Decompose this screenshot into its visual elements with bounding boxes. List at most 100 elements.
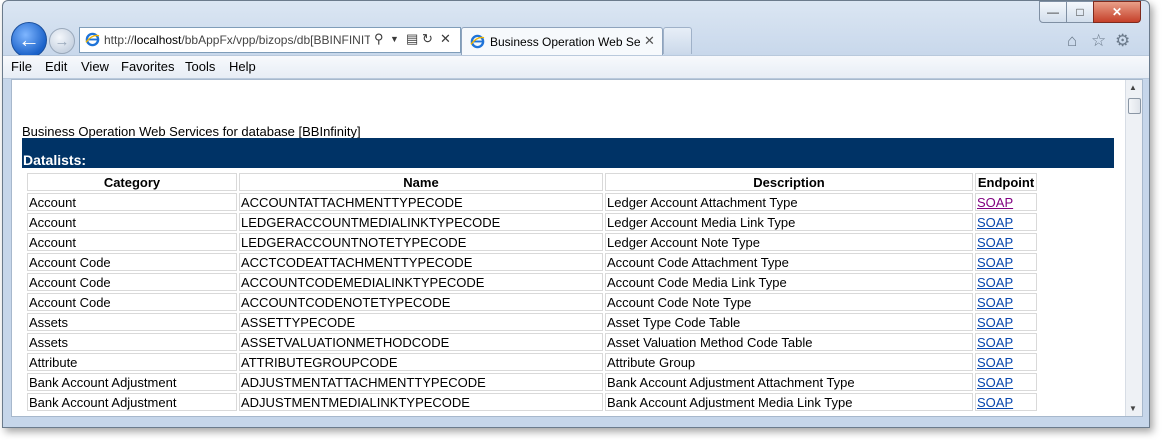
- soap-link[interactable]: SOAP: [977, 255, 1013, 270]
- datalists-table: Category Name Description Endpoint Accou…: [25, 171, 1039, 413]
- cell-description: Bank Account Adjustment Attachment Type: [605, 373, 973, 391]
- soap-link[interactable]: SOAP: [977, 275, 1013, 290]
- cell-category: Account: [27, 213, 237, 231]
- refresh-icon[interactable]: ↻: [422, 31, 433, 47]
- cell-name: ACCTCODEATTACHMENTTYPECODE: [239, 253, 603, 271]
- address-url: http://localhost/bbAppFx/vpp/bizops/db[B…: [104, 33, 370, 47]
- cell-description: Ledger Account Note Type: [605, 233, 973, 251]
- vertical-scrollbar[interactable]: ▲ ▼: [1125, 80, 1142, 416]
- soap-link[interactable]: SOAP: [977, 215, 1013, 230]
- cell-name: ASSETVALUATIONMETHODCODE: [239, 333, 603, 351]
- cell-name: ASSETTYPECODE: [239, 313, 603, 331]
- close-button[interactable]: ✕: [1093, 1, 1141, 23]
- table-row: Account ACCOUNTATTACHMENTTYPECODE Ledger…: [27, 193, 1037, 211]
- column-header-endpoint: Endpoint: [975, 173, 1037, 191]
- menu-bar: File Edit View Favorites Tools Help: [3, 55, 1149, 79]
- column-header-description: Description: [605, 173, 973, 191]
- cell-category: Assets: [27, 333, 237, 351]
- browser-window: ← → http://localhost/bbAppFx/vpp/bizops/…: [2, 0, 1150, 428]
- soap-link[interactable]: SOAP: [977, 335, 1013, 350]
- scroll-up-icon[interactable]: ▲: [1129, 83, 1137, 92]
- home-icon[interactable]: ⌂: [1067, 31, 1077, 51]
- cell-category: Account Code: [27, 293, 237, 311]
- cell-endpoint: SOAP: [975, 293, 1037, 311]
- soap-link[interactable]: SOAP: [977, 235, 1013, 250]
- back-button[interactable]: ←: [11, 22, 47, 58]
- cell-category: Account: [27, 233, 237, 251]
- cell-name: ACCOUNTATTACHMENTTYPECODE: [239, 193, 603, 211]
- cell-name: ATTRIBUTEGROUPCODE: [239, 353, 603, 371]
- table-row: Account Code ACCOUNTCODENOTETYPECODE Acc…: [27, 293, 1037, 311]
- gear-icon[interactable]: ⚙: [1115, 31, 1130, 51]
- table-row: Account Code ACCOUNTCODEMEDIALINKTYPECOD…: [27, 273, 1037, 291]
- cell-name: ADJUSTMENTATTACHMENTTYPECODE: [239, 373, 603, 391]
- cell-name: ACCOUNTCODENOTETYPECODE: [239, 293, 603, 311]
- cell-endpoint: SOAP: [975, 313, 1037, 331]
- cell-description: Attribute Group: [605, 353, 973, 371]
- cell-description: Account Code Media Link Type: [605, 273, 973, 291]
- cell-name: ACCOUNTCODEMEDIALINKTYPECODE: [239, 273, 603, 291]
- menu-help[interactable]: Help: [229, 59, 256, 74]
- table-row: Attribute ATTRIBUTEGROUPCODE Attribute G…: [27, 353, 1037, 371]
- cell-category: Account Code: [27, 253, 237, 271]
- menu-favorites[interactable]: Favorites: [121, 59, 174, 74]
- table-row: Account LEDGERACCOUNTNOTETYPECODE Ledger…: [27, 233, 1037, 251]
- arrow-left-icon: ←: [18, 27, 40, 52]
- stop-icon[interactable]: ✕: [440, 31, 451, 47]
- table-row: Account LEDGERACCOUNTMEDIALINKTYPECODE L…: [27, 213, 1037, 231]
- close-icon: ✕: [1111, 5, 1123, 19]
- menu-view[interactable]: View: [81, 59, 109, 74]
- menu-file[interactable]: File: [11, 59, 32, 74]
- soap-link[interactable]: SOAP: [977, 375, 1013, 390]
- compatibility-view-icon[interactable]: ▤: [406, 31, 418, 47]
- column-header-category: Category: [27, 173, 237, 191]
- table-row: Account Code ACCTCODEATTACHMENTTYPECODE …: [27, 253, 1037, 271]
- cell-description: Account Code Attachment Type: [605, 253, 973, 271]
- cell-category: Account Code: [27, 273, 237, 291]
- cell-description: Bank Account Adjustment Media Link Type: [605, 393, 973, 411]
- cell-endpoint: SOAP: [975, 253, 1037, 271]
- forward-button[interactable]: →: [49, 28, 75, 54]
- soap-link[interactable]: SOAP: [977, 195, 1013, 210]
- ie-logo-icon: [85, 32, 100, 47]
- search-icon[interactable]: ⚲: [374, 31, 384, 47]
- section-banner: Datalists:: [22, 138, 1114, 168]
- scrollbar-thumb[interactable]: [1128, 98, 1141, 114]
- minimize-icon: —: [1047, 5, 1059, 19]
- cell-name: LEDGERACCOUNTNOTETYPECODE: [239, 233, 603, 251]
- soap-link[interactable]: SOAP: [977, 295, 1013, 310]
- section-title: Datalists:: [23, 152, 87, 168]
- tab-business-operation[interactable]: Business Operation Web Services for data…: [461, 27, 663, 56]
- minimize-button[interactable]: —: [1039, 1, 1067, 23]
- dropdown-icon[interactable]: ▼: [390, 34, 399, 44]
- scroll-down-icon[interactable]: ▼: [1129, 404, 1137, 413]
- cell-name: LEDGERACCOUNTMEDIALINKTYPECODE: [239, 213, 603, 231]
- table-row: Bank Account Adjustment ADJUSTMENTMEDIAL…: [27, 393, 1037, 411]
- tab-close-icon[interactable]: ✕: [644, 33, 655, 49]
- menu-edit[interactable]: Edit: [45, 59, 67, 74]
- browser-toolbar: ← → http://localhost/bbAppFx/vpp/bizops/…: [3, 1, 1149, 58]
- soap-link[interactable]: SOAP: [977, 395, 1013, 410]
- soap-link[interactable]: SOAP: [977, 355, 1013, 370]
- ie-logo-icon: [470, 34, 485, 49]
- table-header-row: Category Name Description Endpoint: [27, 173, 1037, 191]
- cell-endpoint: SOAP: [975, 353, 1037, 371]
- favorites-star-icon[interactable]: ☆: [1091, 31, 1106, 51]
- tab-title: Business Operation Web Services for data…: [490, 35, 640, 49]
- cell-name: ADJUSTMENTMEDIALINKTYPECODE: [239, 393, 603, 411]
- cell-category: Account: [27, 193, 237, 211]
- cell-endpoint: SOAP: [975, 213, 1037, 231]
- table-row: Assets ASSETVALUATIONMETHODCODE Asset Va…: [27, 333, 1037, 351]
- column-header-name: Name: [239, 173, 603, 191]
- cell-endpoint: SOAP: [975, 393, 1037, 411]
- maximize-button[interactable]: □: [1066, 1, 1094, 23]
- address-bar[interactable]: http://localhost/bbAppFx/vpp/bizops/db[B…: [79, 27, 461, 53]
- table-row: Bank Account Adjustment ADJUSTMENTATTACH…: [27, 373, 1037, 391]
- menu-tools[interactable]: Tools: [185, 59, 215, 74]
- soap-link[interactable]: SOAP: [977, 315, 1013, 330]
- cell-category: Attribute: [27, 353, 237, 371]
- new-tab-button[interactable]: [663, 27, 692, 54]
- cell-endpoint: SOAP: [975, 193, 1037, 211]
- arrow-right-icon: →: [54, 32, 70, 50]
- cell-endpoint: SOAP: [975, 333, 1037, 351]
